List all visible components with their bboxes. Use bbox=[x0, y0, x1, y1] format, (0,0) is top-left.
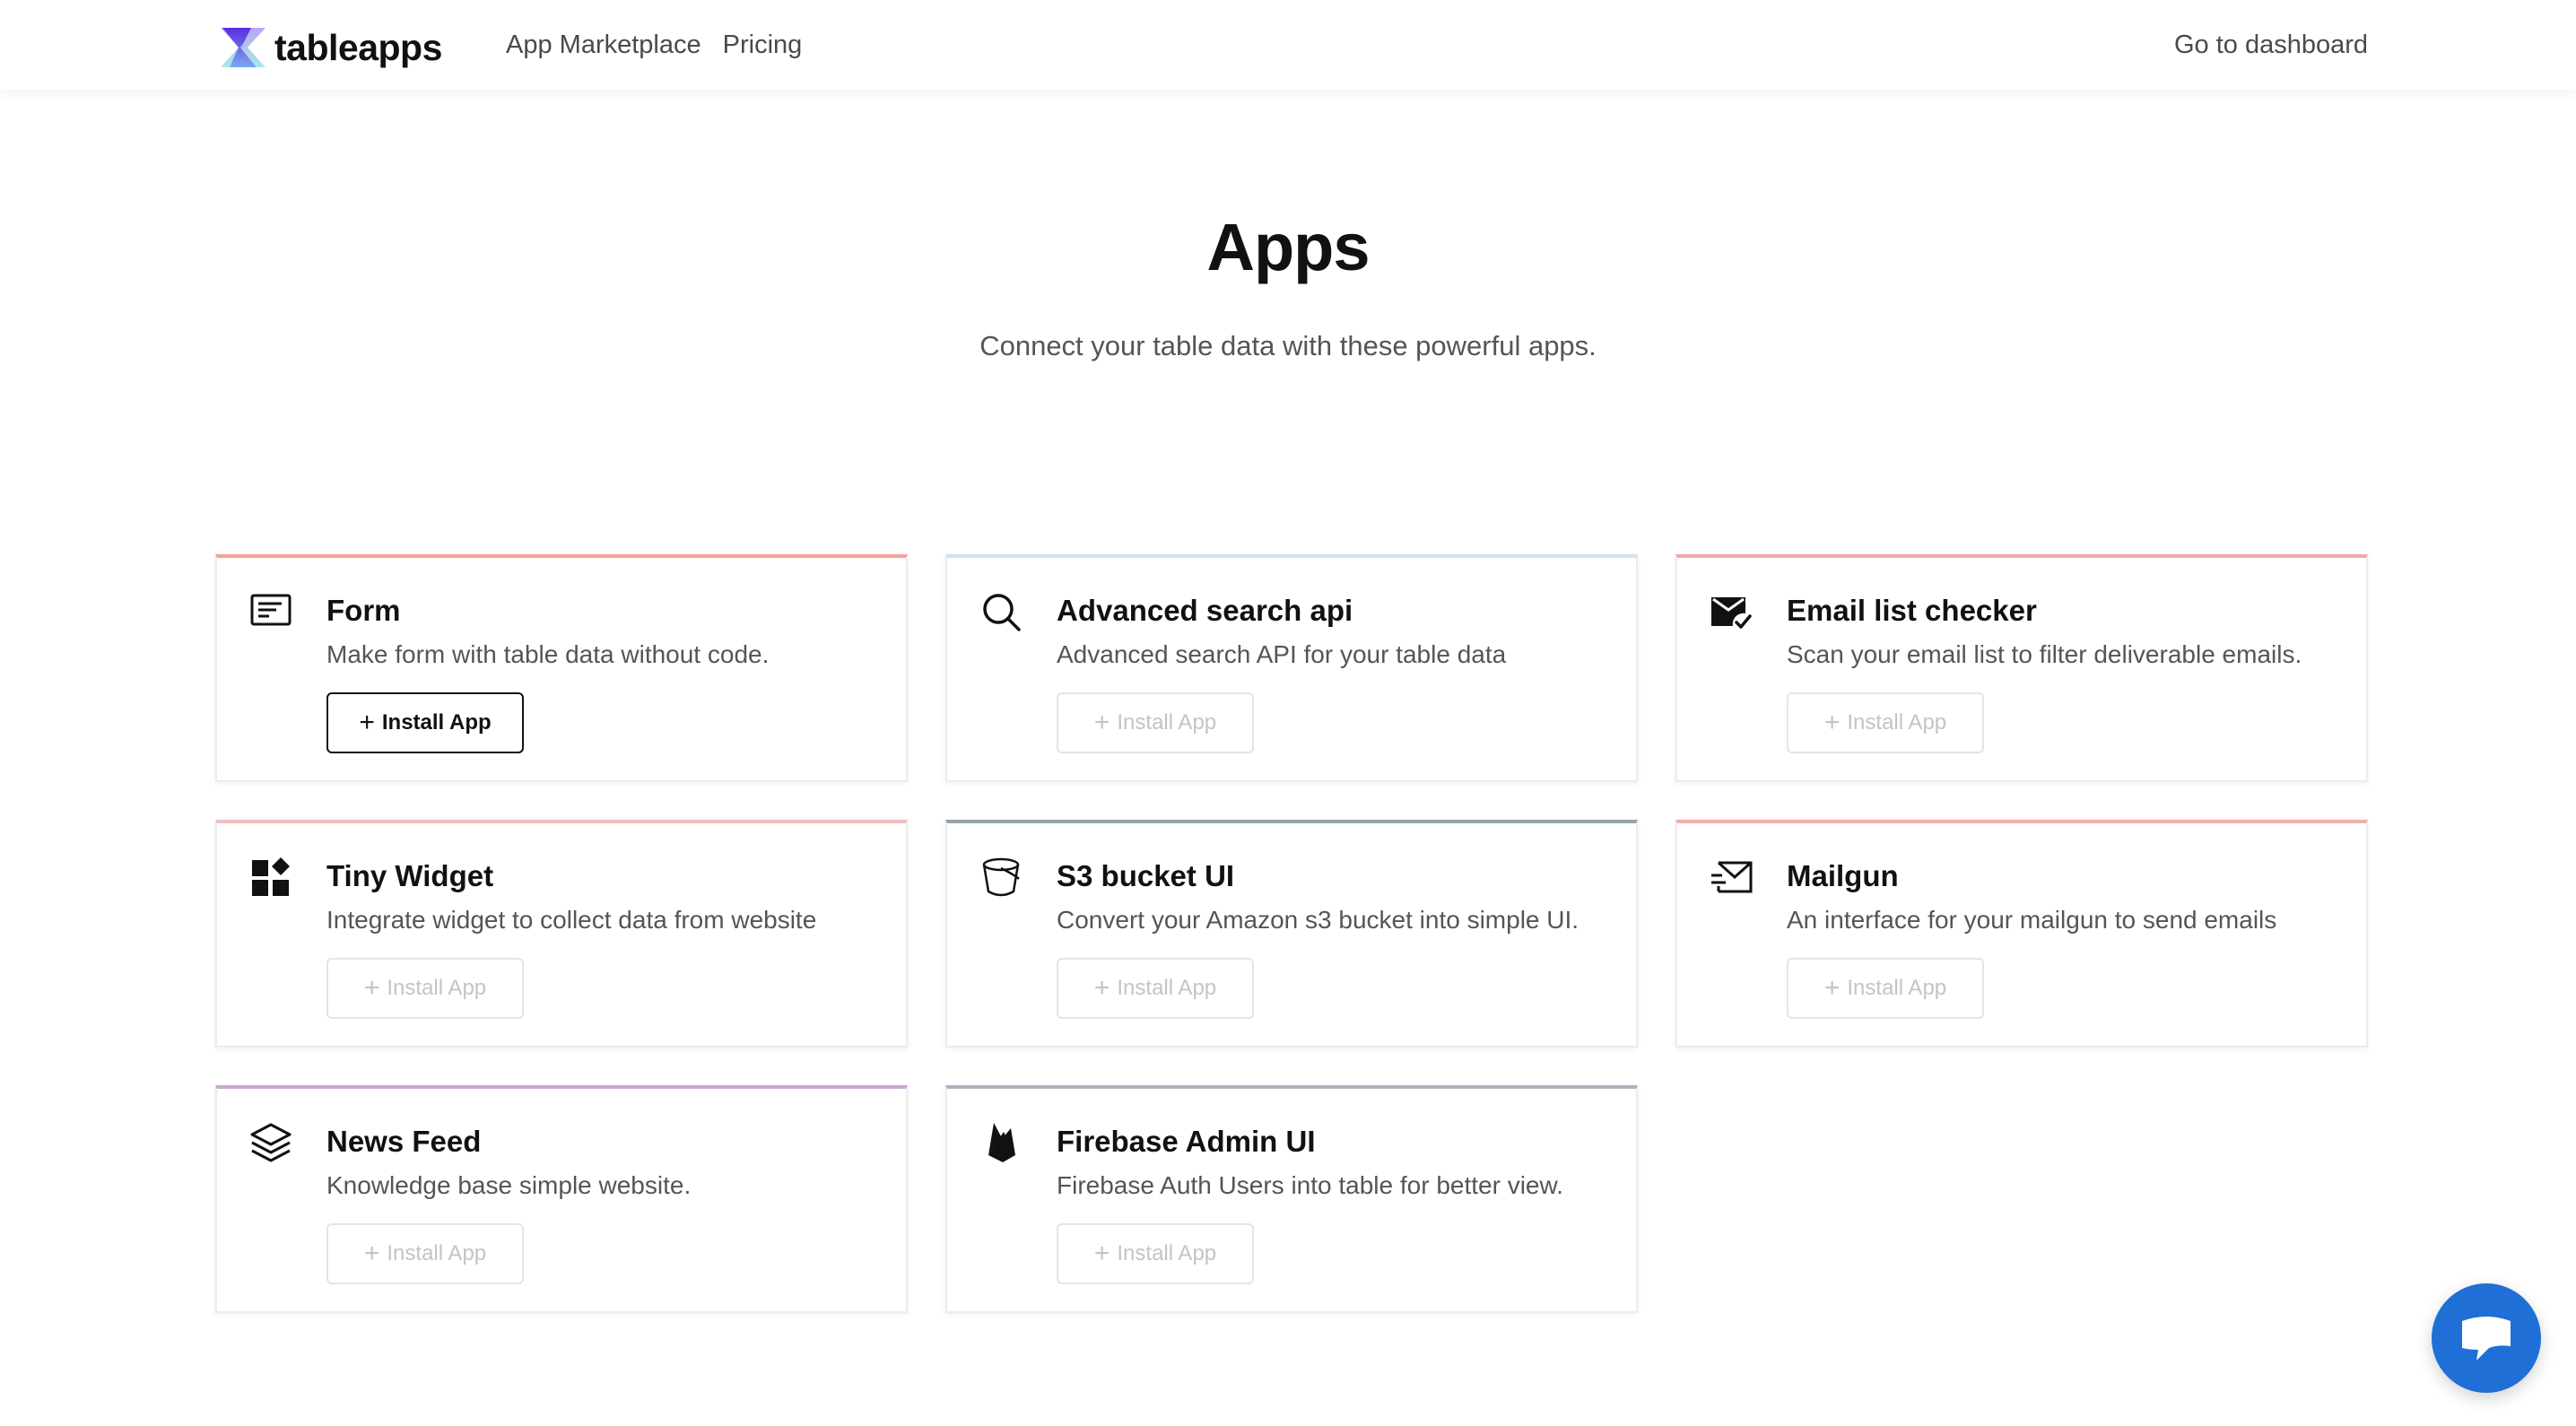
install-label: Install App bbox=[387, 976, 487, 1000]
layers-icon bbox=[249, 1121, 292, 1164]
install-label: Install App bbox=[1117, 710, 1217, 735]
install-app-button-form[interactable]: + Install App bbox=[326, 692, 524, 753]
install-label: Install App bbox=[1847, 976, 1947, 1000]
install-app-button-advanced-search-api[interactable]: + Install App bbox=[1057, 692, 1254, 753]
app-title: News Feed bbox=[326, 1125, 482, 1158]
plus-icon: + bbox=[1823, 973, 1841, 1003]
plus-icon: + bbox=[1093, 973, 1110, 1003]
app-card-form: Form Make form with table data without c… bbox=[215, 554, 908, 782]
plus-icon: + bbox=[1093, 708, 1110, 737]
app-description: Firebase Auth Users into table for bette… bbox=[1057, 1171, 1563, 1199]
app-title: S3 bucket UI bbox=[1057, 859, 1235, 892]
app-card-mailgun: Mailgun An interface for your mailgun to… bbox=[1675, 820, 2368, 1048]
chat-support-button[interactable] bbox=[2432, 1283, 2541, 1393]
app-title: Tiny Widget bbox=[326, 859, 494, 892]
firebase-icon bbox=[979, 1121, 1023, 1164]
app-description: Scan your email list to filter deliverab… bbox=[1787, 640, 2302, 668]
bucket-icon bbox=[979, 856, 1023, 899]
page-subtitle: Connect your table data with these power… bbox=[979, 330, 1597, 361]
install-app-button-news-feed[interactable]: + Install App bbox=[326, 1223, 524, 1284]
app-description: Convert your Amazon s3 bucket into simpl… bbox=[1057, 906, 1580, 934]
app-title: Firebase Admin UI bbox=[1057, 1125, 1316, 1158]
search-icon bbox=[979, 590, 1023, 633]
app-title: Form bbox=[326, 594, 401, 627]
app-description: Advanced search API for your table data bbox=[1057, 640, 1507, 668]
install-label: Install App bbox=[1847, 710, 1947, 735]
app-title: Mailgun bbox=[1787, 859, 1899, 892]
install-label: Install App bbox=[387, 1241, 487, 1265]
install-app-button-firebase-admin-ui[interactable]: + Install App bbox=[1057, 1223, 1254, 1284]
chat-bubble-icon bbox=[2462, 1317, 2511, 1361]
widgets-icon bbox=[249, 856, 292, 899]
mail-send-icon bbox=[1710, 856, 1753, 899]
page-title: Apps bbox=[1206, 210, 1371, 284]
install-label: Install App bbox=[381, 710, 492, 735]
top-navbar: tableapps App Marketplace Pricing Go to … bbox=[0, 0, 2576, 90]
plus-icon: + bbox=[1093, 1239, 1110, 1268]
install-app-button-tiny-widget[interactable]: + Install App bbox=[326, 958, 524, 1019]
app-description: Knowledge base simple website. bbox=[326, 1171, 692, 1199]
install-app-button-s3-bucket-ui[interactable]: + Install App bbox=[1057, 958, 1254, 1019]
app-title: Advanced search api bbox=[1057, 594, 1353, 627]
form-icon bbox=[249, 590, 292, 633]
install-app-button-email-list-checker[interactable]: + Install App bbox=[1787, 692, 1984, 753]
brand-logo[interactable]: tableapps bbox=[221, 25, 442, 70]
install-app-button-mailgun[interactable]: + Install App bbox=[1787, 958, 1984, 1019]
brand-name: tableapps bbox=[274, 26, 442, 68]
app-description: Make form with table data without code. bbox=[326, 640, 770, 668]
app-description: Integrate widget to collect data from we… bbox=[326, 906, 817, 934]
plus-icon: + bbox=[1823, 708, 1841, 737]
plus-icon: + bbox=[363, 1239, 380, 1268]
app-card-advanced-search-api: Advanced search api Advanced search API … bbox=[945, 554, 1638, 782]
app-card-tiny-widget: Tiny Widget Integrate widget to collect … bbox=[215, 820, 908, 1048]
main-nav: App Marketplace Pricing bbox=[506, 27, 802, 63]
nav-pricing[interactable]: Pricing bbox=[723, 27, 803, 63]
app-card-firebase-admin-ui: Firebase Admin UI Firebase Auth Users in… bbox=[945, 1085, 1638, 1313]
install-label: Install App bbox=[1117, 1241, 1217, 1265]
app-title: Email list checker bbox=[1787, 594, 2037, 627]
app-card-email-list-checker: Email list checker Scan your email list … bbox=[1675, 554, 2368, 782]
app-card-s3-bucket-ui: S3 bucket UI Convert your Amazon s3 buck… bbox=[945, 820, 1638, 1048]
plus-icon: + bbox=[359, 708, 375, 737]
email-check-icon bbox=[1710, 590, 1753, 633]
app-card-news-feed: News Feed Knowledge base simple website.… bbox=[215, 1085, 908, 1313]
install-label: Install App bbox=[1117, 976, 1217, 1000]
nav-app-marketplace[interactable]: App Marketplace bbox=[506, 27, 701, 63]
tableapps-logo-icon bbox=[221, 28, 265, 67]
app-description: An interface for your mailgun to send em… bbox=[1787, 906, 2277, 934]
plus-icon: + bbox=[363, 973, 380, 1003]
go-to-dashboard-link[interactable]: Go to dashboard bbox=[2174, 27, 2368, 63]
